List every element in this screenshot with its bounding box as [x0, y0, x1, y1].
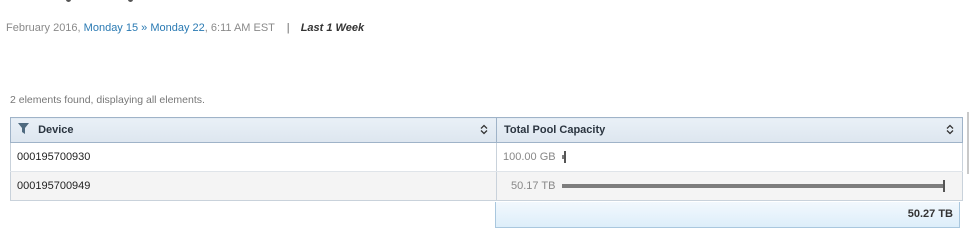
- capacity-value: 100.00 GB: [503, 150, 556, 163]
- device-cell: 000195700930: [10, 142, 497, 172]
- time-label: , 6:11 AM EST: [204, 22, 275, 34]
- column-label-device: Device: [38, 124, 74, 136]
- device-cell: 000195700949: [10, 171, 497, 201]
- results-summary: 2 elements found, displaying all element…: [10, 94, 205, 106]
- total-capacity: 50.27 TB: [495, 202, 960, 228]
- capacity-value: 50.17 TB: [511, 179, 556, 192]
- filter-icon[interactable]: [18, 123, 29, 137]
- sort-icon[interactable]: [480, 124, 488, 135]
- capacity-bar-end: [563, 151, 566, 164]
- sort-icon[interactable]: [946, 124, 954, 135]
- table-header-row: Device Total Pool Capacity: [10, 117, 963, 143]
- capacity-bar-end: [942, 180, 945, 193]
- report-table: Device Total Pool Capacity 000195700930 …: [10, 117, 963, 201]
- clipped-title-remnant: [0, 0, 969, 8]
- column-header-device[interactable]: Device: [10, 117, 497, 143]
- capacity-bar: [561, 180, 945, 193]
- date-range-line: February 2016, Monday 15 » Monday 22, 6:…: [6, 22, 364, 34]
- capacity-cell: 100.00 GB: [496, 142, 963, 172]
- capacity-bar-fill: [561, 184, 943, 189]
- column-header-total-pool-capacity[interactable]: Total Pool Capacity: [496, 117, 963, 143]
- title-glyph-fragment: [128, 0, 133, 2]
- range-separator: »: [141, 22, 148, 34]
- title-glyph-fragment: [66, 0, 71, 2]
- divider: |: [286, 22, 290, 34]
- capacity-cell: 50.17 TB: [496, 171, 963, 201]
- start-date-link[interactable]: Monday 15: [84, 22, 138, 34]
- date-prefix: February 2016,: [6, 22, 81, 34]
- table-row[interactable]: 000195700949 50.17 TB: [10, 171, 963, 201]
- time-range-label: Last 1 Week: [300, 22, 365, 34]
- column-label-total-pool-capacity: Total Pool Capacity: [504, 124, 606, 136]
- table-row[interactable]: 000195700930 100.00 GB: [10, 142, 963, 172]
- end-date-link[interactable]: Monday 22: [150, 22, 204, 34]
- capacity-bar: [561, 151, 566, 164]
